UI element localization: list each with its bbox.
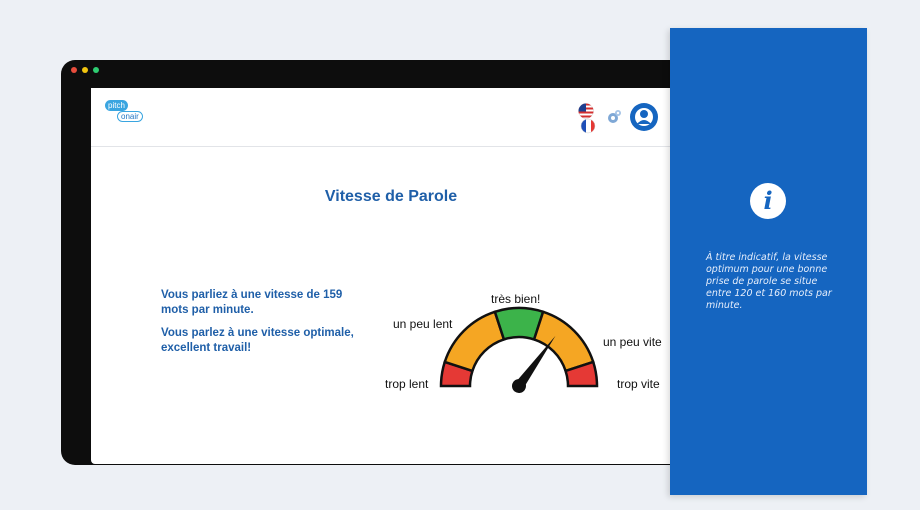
pitch-on-air-logo[interactable]: pitch onair xyxy=(105,100,151,128)
info-panel-text: À titre indicatif, la vitesse optimum po… xyxy=(706,252,832,311)
gauge-label-un-peu-vite: un peu vite xyxy=(603,335,662,349)
gauge-label-trop-vite: trop vite xyxy=(617,377,660,391)
gauge-segment-un-peu-lent xyxy=(443,310,506,373)
window-controls xyxy=(71,67,99,73)
gauge-label-un-peu-lent: un peu lent xyxy=(393,317,453,331)
info-icon: i xyxy=(750,183,786,219)
app-screen: pitch onair Vitesse de Parole Vous parli… xyxy=(91,88,691,464)
user-avatar-icon[interactable] xyxy=(629,102,659,132)
page-title: Vitesse de Parole xyxy=(324,188,458,205)
language-flags[interactable] xyxy=(576,102,598,134)
logo-onair-text: onair xyxy=(117,111,143,122)
maximize-dot[interactable] xyxy=(93,67,99,73)
us-flag-icon[interactable] xyxy=(578,103,594,119)
gauge-label-trop-lent: trop lent xyxy=(385,377,429,391)
app-window: pitch onair Vitesse de Parole Vous parli… xyxy=(61,60,691,465)
close-dot[interactable] xyxy=(71,67,77,73)
logo-pitch-text: pitch xyxy=(105,100,128,111)
gauge-label-tres-bien: très bien! xyxy=(491,292,540,306)
gear-icon[interactable] xyxy=(605,108,623,126)
app-header: pitch onair xyxy=(91,88,691,147)
gauge-segment-un-peu-vite xyxy=(532,310,595,373)
minimize-dot[interactable] xyxy=(82,67,88,73)
fr-flag-icon[interactable] xyxy=(580,118,596,134)
speed-result-text: Vous parliez à une vitesse de 159 mots p… xyxy=(161,289,343,316)
speed-gauge: trop lent un peu lent très bien! un peu … xyxy=(385,292,662,393)
speed-feedback-text: Vous parlez à une vitesse optimale, exce… xyxy=(161,327,354,354)
info-panel: i À titre indicatif, la vitesse optimum … xyxy=(670,28,867,495)
